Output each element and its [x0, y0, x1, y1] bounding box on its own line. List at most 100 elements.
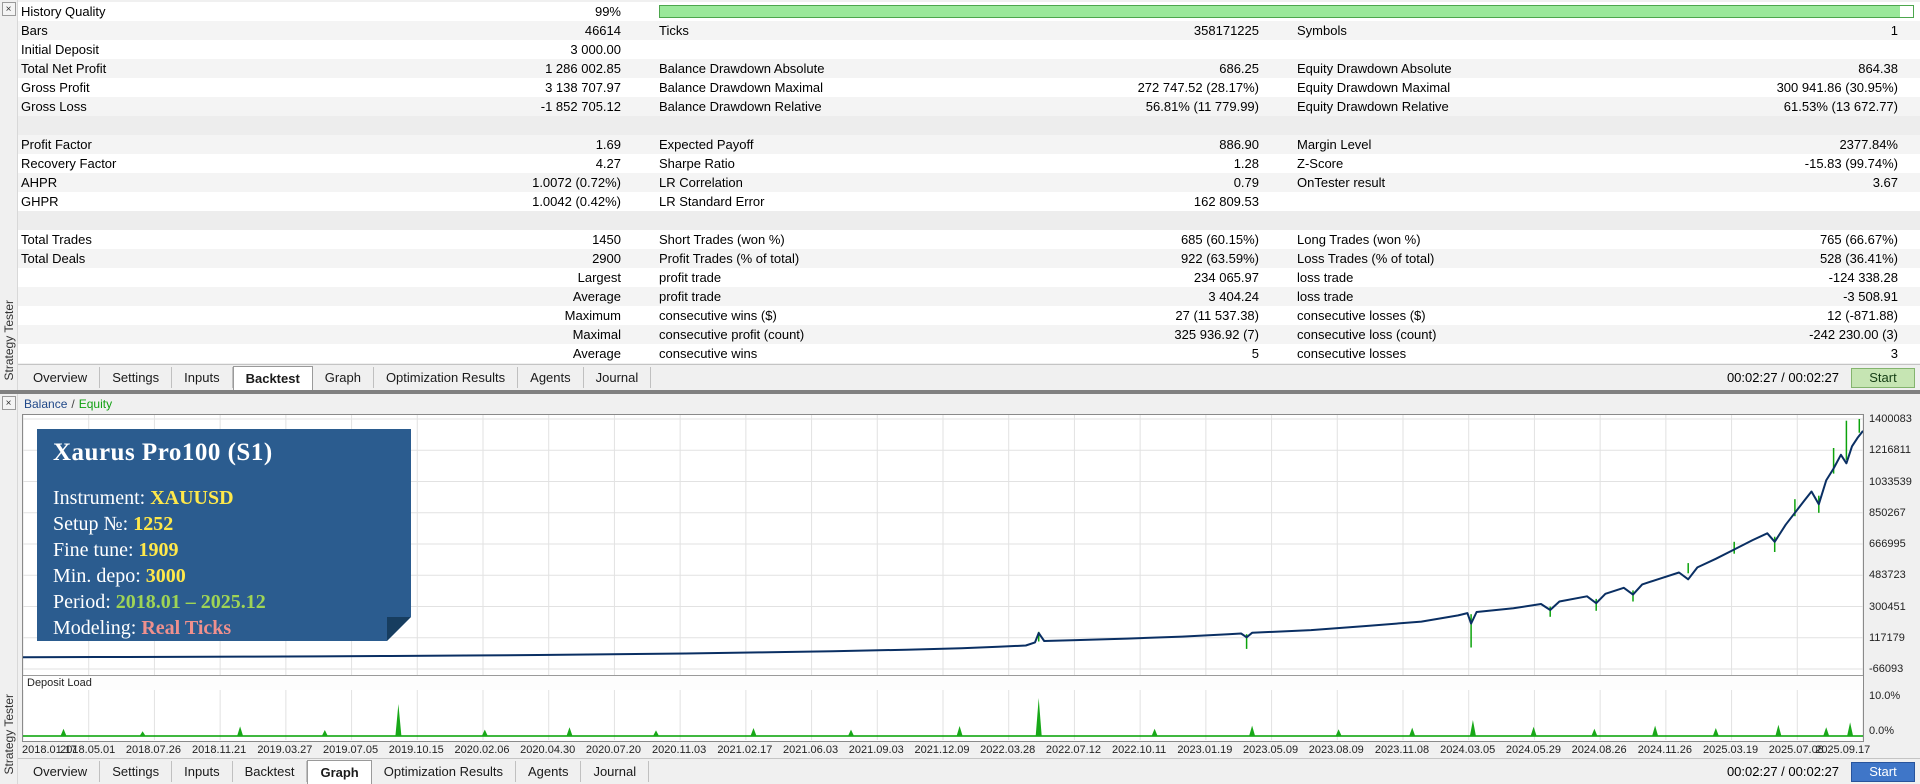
stats-row: Maximum consecutive wins ($) 27 (11 537.38… [18, 306, 1920, 325]
stat-value: Average [572, 289, 621, 304]
x-axis-label: 2021.06.03 [783, 744, 839, 756]
stats-row: AHPR 1.0072 (0.72%) LR Correlation 0.79 OnTe… [18, 173, 1920, 192]
legend-equity: Equity [78, 397, 113, 411]
strategy-title: Xaurus Pro100 (S1) [53, 439, 273, 466]
stat-value: Average [572, 346, 621, 361]
tab-backtest[interactable]: Backtest [232, 365, 313, 390]
y-axis-label: 483723 [1869, 569, 1906, 582]
stat-value: 99% [594, 4, 621, 19]
x-axis-label: 2024.11.26 [1637, 744, 1692, 756]
tab-graph[interactable]: Graph [307, 759, 372, 784]
stat-value: 2900 [592, 251, 621, 266]
infobox-line: Period: 2018.01 – 2025.12 [53, 589, 395, 615]
stat-label: profit trade [659, 289, 722, 304]
tab-journal[interactable]: Journal [581, 761, 650, 782]
stat-label: Balance Drawdown Maximal [659, 80, 824, 95]
x-axis-label: 2020.11.03 [652, 744, 707, 756]
x-axis-label: 2022.10.11 [1112, 744, 1167, 756]
start-button[interactable]: Start [1851, 761, 1915, 782]
x-axis-label: 2019.10.15 [388, 744, 444, 756]
stat-label [18, 306, 328, 325]
stat-label [1259, 211, 1589, 230]
x-axis-label: 2023.11.08 [1374, 744, 1430, 756]
stat-value: 234 065.97 [1193, 270, 1259, 285]
stats-row: Initial Deposit 3 000.00 [18, 40, 1920, 59]
stat-label: consecutive loss (count) [1297, 327, 1437, 342]
stat-value: 12 (-871.88) [1827, 308, 1898, 323]
stat-value: 46614 [584, 23, 621, 38]
start-button[interactable]: Start [1851, 367, 1915, 388]
tab-inputs[interactable]: Inputs [172, 761, 233, 782]
stat-value: 1450 [592, 232, 621, 247]
tab-optimization-results[interactable]: Optimization Results [374, 367, 519, 388]
stat-label: profit trade [659, 270, 722, 285]
stat-label: Balance Drawdown Relative [659, 99, 822, 114]
tab-inputs[interactable]: Inputs [172, 367, 233, 388]
tab-settings[interactable]: Settings [100, 367, 173, 388]
infobox-line-label: Period: [53, 591, 116, 613]
stat-label [621, 116, 961, 135]
stat-value: Maximal [572, 327, 621, 342]
legend-separator: / [71, 397, 75, 411]
tab-settings[interactable]: Settings [100, 761, 173, 782]
close-icon[interactable]: × [1, 2, 16, 16]
stat-value: 4.27 [595, 156, 621, 171]
infobox-line-value: 1252 [133, 513, 174, 535]
infobox-line: Setup №: 1252 [53, 511, 395, 537]
x-axis-label: 2018.11.21 [192, 744, 247, 756]
stat-label: Expected Payoff [659, 137, 754, 152]
tab-optimization-results[interactable]: Optimization Results [372, 761, 516, 782]
stat-value: 864.38 [1858, 61, 1898, 76]
stat-label [621, 211, 961, 230]
strip-title: Strategy Tester [1, 299, 16, 380]
stat-label: History Quality [21, 4, 106, 19]
stats-spacer-row [18, 116, 1920, 135]
x-axis-label: 2023.01.19 [1177, 744, 1233, 756]
y-axis-label: 1400083 [1869, 413, 1912, 425]
strategy-tester-window: × Strategy Tester History Quality 99% Bars… [0, 0, 1920, 784]
stat-value: Maximum [564, 308, 621, 323]
tab-agents[interactable]: Agents [516, 761, 582, 782]
stat-label: Loss Trades (% of total) [1297, 251, 1435, 266]
stat-label: consecutive wins [659, 346, 758, 361]
stats-spacer-row [18, 211, 1920, 230]
x-axis-label: 2020.07.20 [585, 744, 641, 756]
elapsed-time: 00:02:27 / 00:02:27 [1726, 370, 1839, 385]
stat-value: -15.83 (99.74%) [1804, 156, 1898, 171]
tab-journal[interactable]: Journal [584, 367, 652, 388]
stat-label [621, 40, 961, 59]
infobox-line-label: Modeling: [53, 617, 142, 639]
x-axis-label: 2020.04.30 [520, 744, 576, 756]
stat-label: consecutive wins ($) [659, 308, 777, 323]
stat-label: Z-Score [1297, 156, 1344, 171]
close-icon[interactable]: × [1, 396, 16, 410]
x-axis-label: 2022.07.12 [1045, 744, 1101, 756]
stats-row: GHPR 1.0042 (0.42%) LR Standard Error 162 8… [18, 192, 1920, 211]
y-axis-label: 117179 [1869, 631, 1905, 644]
stats-row: Total Trades 1450 Short Trades (won %) 685 … [18, 230, 1920, 249]
stat-value: 1 [1890, 23, 1898, 38]
tab-agents[interactable]: Agents [518, 367, 584, 388]
stat-label: Profit Trades (% of total) [659, 251, 800, 266]
stat-label: Equity Drawdown Relative [1297, 99, 1449, 114]
stat-label: loss trade [1297, 270, 1354, 285]
stat-label: LR Correlation [659, 175, 743, 190]
stat-value [1589, 211, 1898, 230]
stat-label: LR Standard Error [659, 194, 765, 209]
tab-graph[interactable]: Graph [313, 367, 374, 388]
y-axis-label: 850267 [1869, 506, 1906, 519]
x-axis-label: 2023.08.09 [1308, 744, 1364, 756]
stat-value: 162 809.53 [1193, 194, 1259, 209]
tab-overview[interactable]: Overview [21, 761, 101, 782]
x-axis-label: 2024.03.05 [1440, 744, 1496, 756]
x-axis-label: 2018.07.26 [125, 744, 181, 756]
y-axis: 1400083 1216811 1033539 850267 666995 483723 3… [1864, 413, 1920, 742]
stats-row: Gross Profit 3 138 707.97 Balance Drawdown… [18, 78, 1920, 97]
y-axis-label: 666995 [1869, 538, 1906, 550]
stat-value: 3 138 707.97 [545, 80, 621, 95]
tab-backtest[interactable]: Backtest [233, 761, 308, 782]
x-axis-label: 2021.02.17 [717, 744, 773, 756]
infobox-line-label: Fine tune: [53, 539, 139, 561]
stat-label: Total Net Profit [21, 61, 107, 76]
tab-overview[interactable]: Overview [21, 367, 101, 388]
